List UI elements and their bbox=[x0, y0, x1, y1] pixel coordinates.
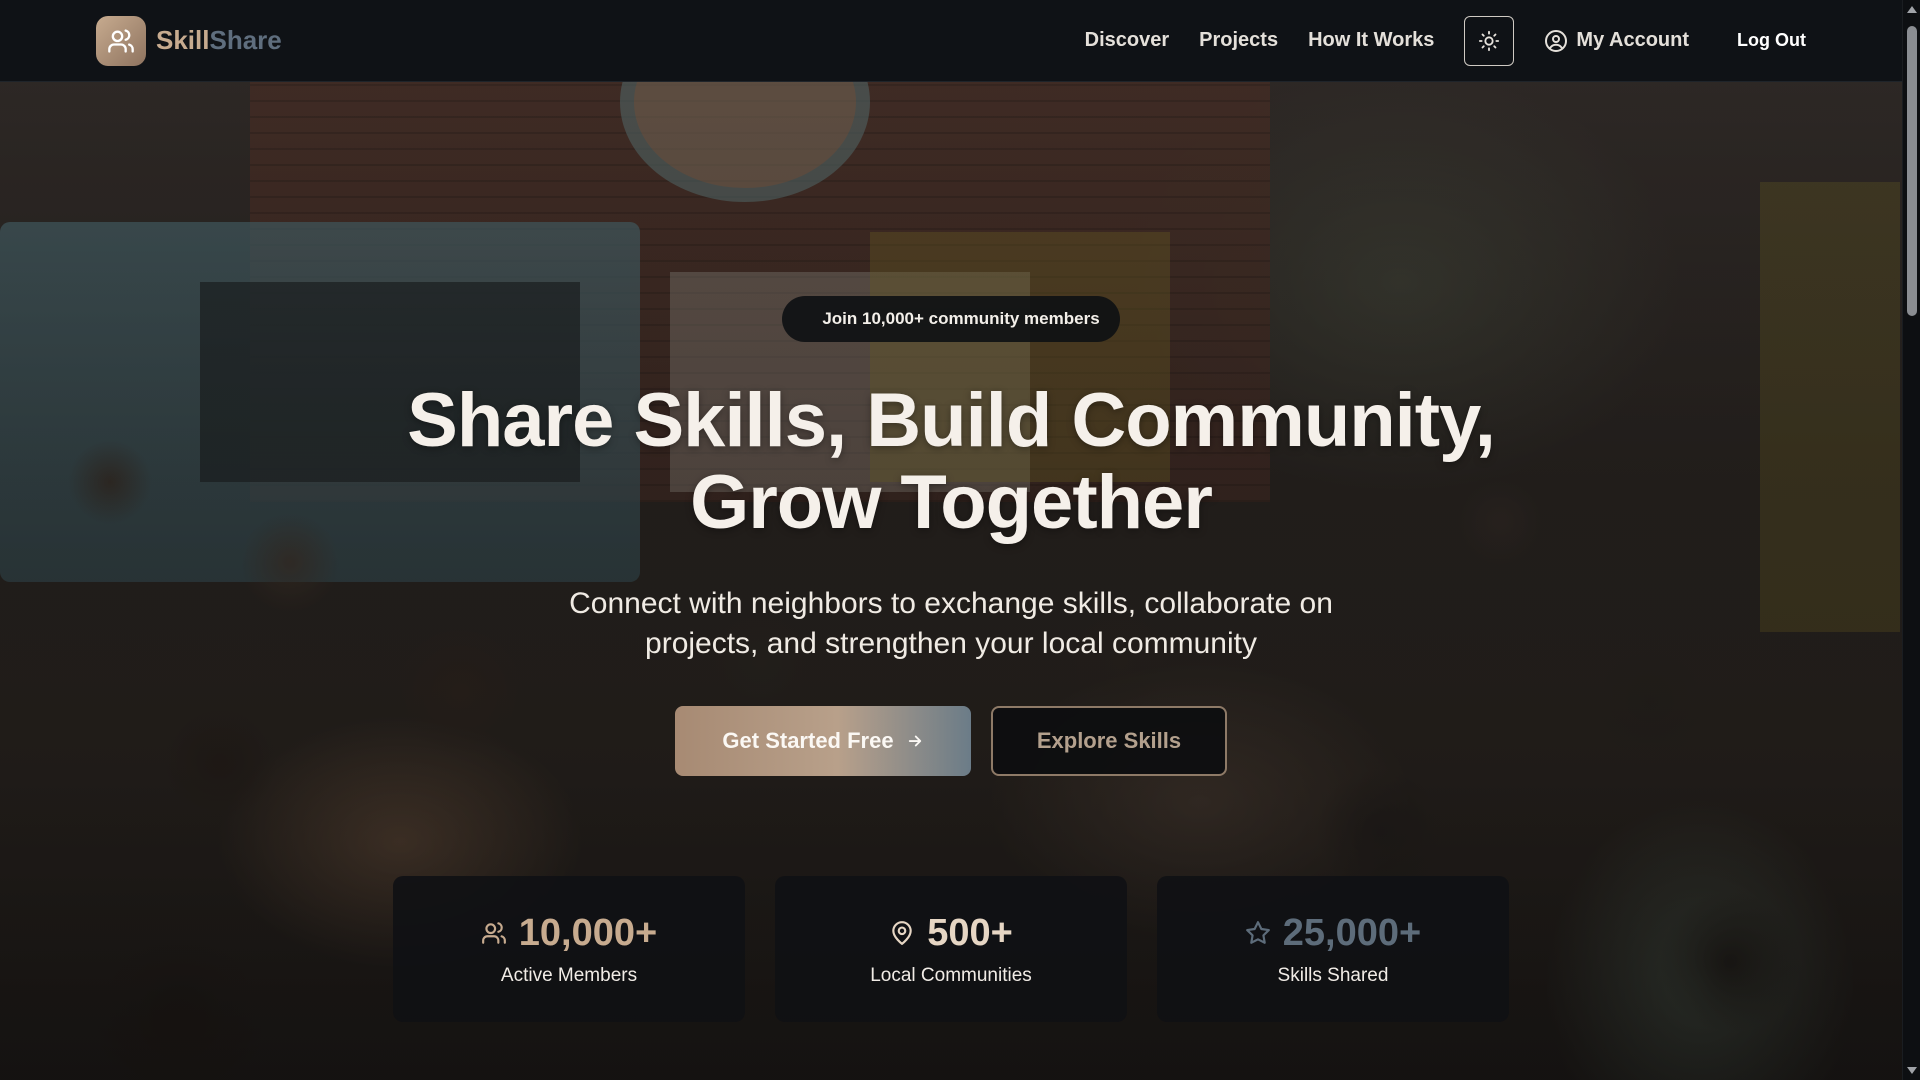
nav-link-discover[interactable]: Discover bbox=[1085, 29, 1170, 52]
nav-link-how-it-works[interactable]: How It Works bbox=[1308, 29, 1434, 52]
get-started-label: Get Started Free bbox=[722, 728, 894, 753]
scroll-up-arrow-icon[interactable] bbox=[1907, 6, 1917, 13]
users-icon bbox=[481, 922, 506, 944]
community-badge: Join 10,000+ community members bbox=[782, 296, 1120, 342]
cta-row: Get Started Free Explore Skills bbox=[675, 706, 1227, 776]
sun-icon bbox=[1479, 30, 1500, 51]
brand-name-share: Share bbox=[209, 25, 282, 55]
nav-links: Discover Projects How It Works My Accoun… bbox=[1085, 15, 1806, 66]
brand-name-skill: Skill bbox=[156, 25, 210, 55]
stat-value-communities: 500+ bbox=[927, 911, 1013, 954]
star-icon bbox=[1245, 921, 1270, 944]
hero-section: Join 10,000+ community members Share Ski… bbox=[0, 82, 1902, 1080]
users-icon bbox=[108, 28, 134, 53]
hero-subheadline: Connect with neighbors to exchange skill… bbox=[569, 587, 1333, 660]
stat-value-skills: 25,000+ bbox=[1282, 911, 1422, 954]
page-scrollbar[interactable] bbox=[1902, 0, 1920, 1080]
user-circle-icon bbox=[1545, 29, 1568, 52]
hero-headline: Share Skills, Build Community, Grow Toge… bbox=[407, 378, 1496, 545]
scrollbar-thumb[interactable] bbox=[1907, 26, 1917, 316]
stat-label-members: Active Members bbox=[500, 964, 638, 986]
stat-card-skills: 25,000+ Skills Shared bbox=[1157, 876, 1509, 1022]
brand-logo bbox=[96, 15, 146, 66]
my-account-link[interactable]: My Account bbox=[1544, 29, 1689, 53]
hero-headline-line-2: Grow Together bbox=[690, 460, 1213, 545]
stats-row: 10,000+ Active Members 500+ Local Commun… bbox=[393, 876, 1509, 1022]
hero-headline-line-1: Share Skills, Build Community, bbox=[407, 378, 1496, 463]
stat-label-skills: Skills Shared bbox=[1277, 964, 1389, 986]
stat-label-communities: Local Communities bbox=[870, 964, 1032, 986]
map-pin-icon bbox=[892, 921, 912, 945]
theme-toggle-button[interactable] bbox=[1464, 15, 1515, 66]
top-navbar: SkillShare Discover Projects How It Work… bbox=[0, 0, 1902, 82]
brand-name: SkillShare bbox=[156, 25, 282, 56]
stat-card-members: 10,000+ Active Members bbox=[393, 876, 745, 1022]
get-started-button[interactable]: Get Started Free bbox=[675, 706, 971, 776]
stat-card-communities: 500+ Local Communities bbox=[775, 876, 1127, 1022]
stat-value-members: 10,000+ bbox=[518, 911, 658, 954]
explore-skills-button[interactable]: Explore Skills bbox=[991, 706, 1227, 776]
log-out-button[interactable]: Log Out bbox=[1737, 30, 1806, 51]
scroll-down-arrow-icon[interactable] bbox=[1907, 1067, 1917, 1074]
my-account-label: My Account bbox=[1576, 29, 1690, 51]
arrow-right-icon bbox=[908, 735, 921, 747]
nav-link-projects[interactable]: Projects bbox=[1199, 29, 1278, 52]
brand[interactable]: SkillShare bbox=[96, 15, 282, 66]
